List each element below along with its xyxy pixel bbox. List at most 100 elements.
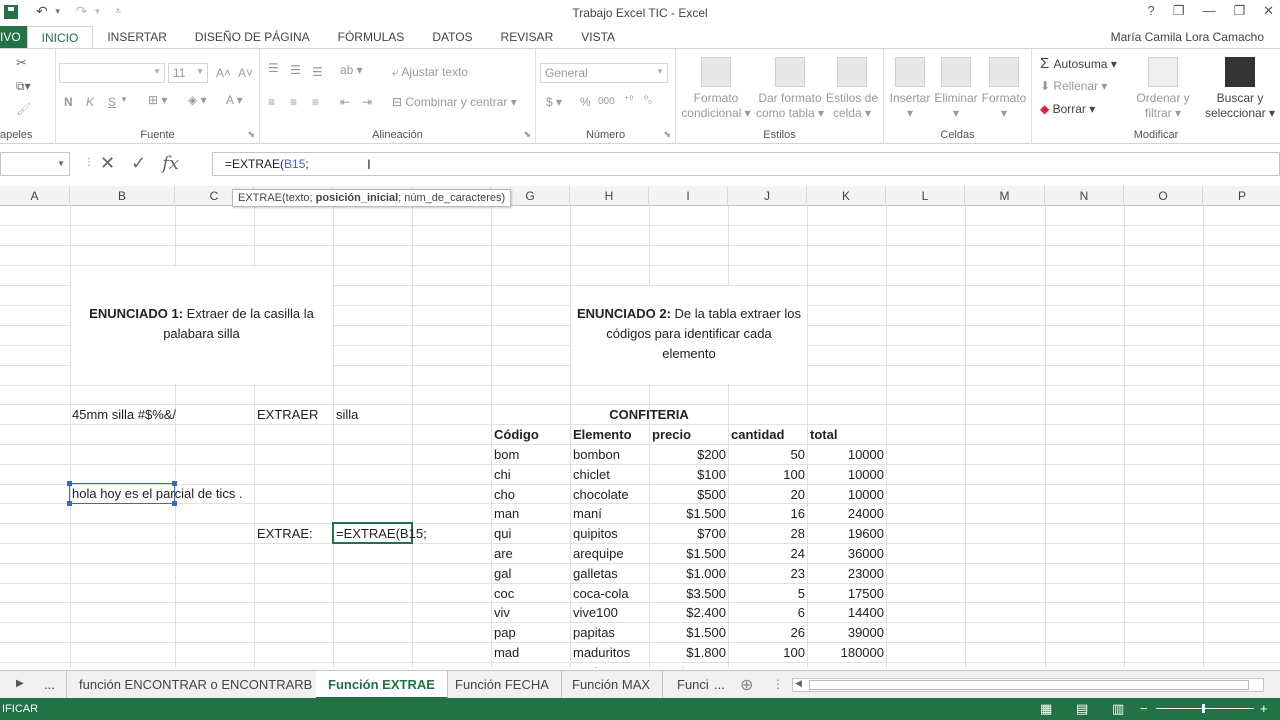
font-name-combo[interactable]: ▼ — [59, 63, 165, 83]
column-header-a[interactable]: A — [0, 186, 70, 206]
table-cell-cantidad[interactable]: 100 — [783, 465, 805, 484]
table-cell-codigo[interactable]: pap — [494, 623, 516, 642]
table-cell-elemento[interactable]: maduritos — [573, 643, 630, 662]
dialog-launcher-icon[interactable]: ⬊ — [523, 129, 531, 140]
table-cell-codigo[interactable]: coc — [494, 584, 514, 603]
table-cell-total[interactable]: 10000 — [848, 445, 884, 464]
column-header-m[interactable]: M — [965, 186, 1045, 206]
more-tabs-right-button[interactable]: ... — [714, 677, 725, 692]
table-cell-total[interactable]: 180000 — [841, 643, 884, 662]
increase-indent-icon[interactable]: ⇥ — [362, 95, 372, 109]
column-header-h[interactable]: H — [570, 186, 649, 206]
scroll-left-icon[interactable]: ◀ — [795, 678, 802, 689]
column-header-b[interactable]: B — [70, 186, 175, 206]
align-left-icon[interactable]: ≡ — [268, 95, 275, 109]
table-cell-elemento[interactable]: total — [573, 663, 598, 668]
borders-icon[interactable]: ⊞ ▾ — [148, 93, 167, 107]
table-cell-cantidad[interactable]: 26 — [791, 623, 805, 642]
table-cell-elemento[interactable]: maní — [573, 504, 602, 523]
insert-cells-button[interactable]: Insertar ▾ — [886, 57, 934, 121]
resize-handle[interactable] — [172, 501, 177, 506]
column-header-i[interactable]: I — [649, 186, 728, 206]
tab-diseno-pagina[interactable]: DISEÑO DE PÁGINA — [181, 26, 324, 48]
tab-revisar[interactable]: REVISAR — [487, 26, 568, 48]
delete-cells-button[interactable]: Eliminar ▾ — [932, 57, 980, 121]
tab-insertar[interactable]: INSERTAR — [93, 26, 181, 48]
merge-center-button[interactable]: ⊟ Combinar y centrar ▾ — [392, 95, 517, 109]
table-cell-total[interactable]: 39000 — [848, 623, 884, 642]
name-box[interactable]: ▼ — [0, 152, 70, 176]
tab-formulas[interactable]: FÓRMULAS — [324, 26, 419, 48]
zoom-thumb[interactable] — [1202, 704, 1205, 713]
cell-b13[interactable]: 45mm silla #$%&/ — [72, 405, 176, 424]
cell-e13[interactable]: silla — [336, 405, 358, 424]
scrollbar-thumb[interactable] — [809, 680, 1249, 690]
table-cell-cantidad[interactable]: 5 — [798, 584, 805, 603]
tab-file[interactable]: IVO — [0, 26, 27, 48]
resize-handle[interactable] — [172, 481, 177, 486]
add-sheet-button[interactable]: ⊕ — [740, 675, 753, 695]
increase-decimal-icon[interactable]: ⁺⁰ — [624, 95, 633, 106]
align-center-icon[interactable]: ≡ — [290, 95, 297, 109]
tab-vista[interactable]: VISTA — [567, 26, 629, 48]
table-cell-codigo[interactable]: chi — [494, 465, 511, 484]
table-cell-cantidad[interactable]: 16 — [791, 504, 805, 523]
cancel-button[interactable]: ✕ — [100, 153, 115, 174]
table-cell-cantidad[interactable]: 23 — [791, 564, 805, 583]
table-cell-total[interactable]: 10000 — [848, 465, 884, 484]
horizontal-scrollbar[interactable]: ◀ — [792, 678, 1264, 692]
align-top-icon[interactable]: ☰ — [268, 61, 279, 75]
align-bottom-icon[interactable]: ☰ — [312, 65, 323, 79]
conditional-format-button[interactable]: Formato condicional ▾ — [680, 57, 752, 121]
table-cell-precio[interactable]: $1.500 — [686, 504, 726, 523]
table-header-elemento[interactable]: Elemento — [573, 425, 632, 444]
more-tabs-left-button[interactable]: ... — [44, 677, 55, 692]
table-cell-codigo[interactable]: are — [494, 544, 513, 563]
sheet-tab-funci[interactable]: Funci — [665, 671, 721, 699]
table-cell-elemento[interactable]: chiclet — [573, 465, 610, 484]
cell-d17[interactable]: EXTRAE: — [257, 524, 313, 543]
dialog-launcher-icon[interactable]: ⬊ — [663, 129, 671, 140]
format-cells-button[interactable]: Formato ▾ — [980, 57, 1028, 121]
table-cell-total[interactable]: 19600 — [848, 524, 884, 543]
table-cell-total[interactable]: 17500 — [848, 584, 884, 603]
insert-function-button[interactable]: fx — [162, 153, 179, 174]
copy-icon[interactable]: ⧉▾ — [16, 79, 31, 94]
restore-button[interactable]: ❐ — [1233, 3, 1245, 19]
fill-color-icon[interactable]: ◈ ▾ — [188, 93, 207, 107]
column-header-p[interactable]: P — [1203, 186, 1280, 206]
align-middle-icon[interactable]: ☰ — [290, 63, 301, 77]
resize-handle[interactable] — [67, 481, 72, 486]
table-format-button[interactable]: Dar formato como tabla ▾ — [754, 57, 826, 121]
table-cell-elemento[interactable]: coca-cola — [573, 584, 629, 603]
italic-button[interactable]: K — [86, 95, 94, 109]
table-cell-cantidad[interactable]: 50 — [791, 445, 805, 464]
enter-button[interactable]: ✓ — [131, 153, 146, 174]
column-header-k[interactable]: K — [807, 186, 886, 206]
confiteria-title[interactable]: CONFITERIA — [570, 405, 728, 424]
increase-font-icon[interactable]: A˄ — [216, 66, 231, 80]
help-button[interactable]: ? — [1148, 3, 1155, 19]
font-size-combo[interactable]: 11 ▼ — [168, 63, 208, 83]
close-button[interactable]: ✕ — [1263, 3, 1274, 19]
orientation-icon[interactable]: ab ▾ — [340, 63, 363, 77]
decrease-font-icon[interactable]: A˅ — [238, 66, 253, 80]
cut-icon[interactable]: ✂ — [16, 55, 27, 71]
number-format-combo[interactable]: General ▼ — [540, 63, 668, 83]
zoom-slider[interactable] — [1156, 704, 1254, 713]
table-cell-total[interactable]: 36000 — [848, 544, 884, 563]
table-cell-elemento[interactable]: quipitos — [573, 524, 618, 543]
page-break-icon[interactable]: ▥ — [1112, 698, 1124, 720]
autosum-button[interactable]: Σ Autosuma ▾ — [1040, 55, 1117, 72]
sheet-tab-extrae[interactable]: Función EXTRAE — [316, 671, 448, 699]
find-select-button[interactable]: Buscar y seleccionar ▾ — [1202, 57, 1278, 121]
table-cell-precio[interactable]: $1.500 — [686, 623, 726, 642]
table-cell-precio[interactable]: $200 — [697, 445, 726, 464]
column-header-j[interactable]: J — [728, 186, 807, 206]
dialog-launcher-icon[interactable]: ⬊ — [247, 129, 255, 140]
table-cell-codigo[interactable]: bom — [494, 445, 519, 464]
ribbon-display-button[interactable]: ❐ — [1173, 3, 1185, 19]
table-cell-cantidad[interactable]: 24 — [791, 544, 805, 563]
table-cell-precio[interactable]: $1.000 — [686, 564, 726, 583]
column-header-o[interactable]: O — [1124, 186, 1203, 206]
